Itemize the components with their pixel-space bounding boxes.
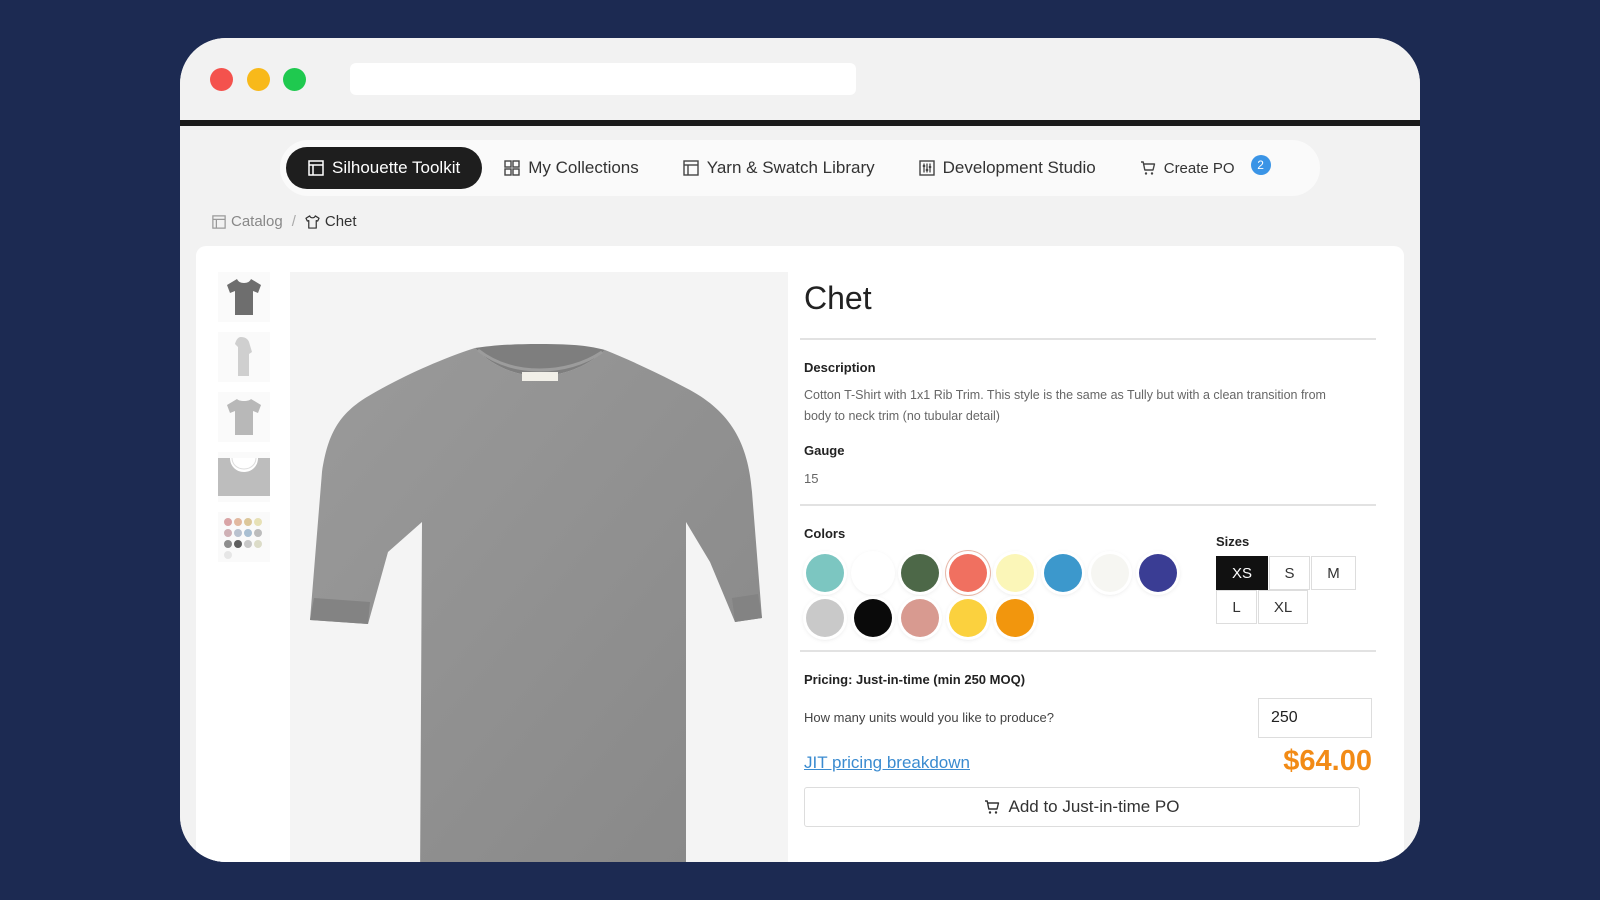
- nav-my-collections[interactable]: My Collections: [482, 147, 661, 189]
- cart-icon: [985, 800, 1000, 814]
- collar-detail-image: [218, 458, 270, 496]
- product-title: Chet: [804, 280, 872, 316]
- thumbnail-list: [218, 272, 274, 572]
- nav-silhouette-toolkit[interactable]: Silhouette Toolkit: [286, 147, 483, 189]
- tshirt-icon: [305, 214, 320, 229]
- nav-label: Development Studio: [942, 158, 1096, 177]
- size-m-button[interactable]: M: [1311, 556, 1356, 590]
- gauge-label: Gauge: [804, 443, 845, 458]
- pricing-section: Pricing: Just-in-time (min 250 MOQ) How …: [798, 652, 1378, 848]
- cart-count-badge: 2: [1250, 155, 1271, 175]
- gauge-value: 15: [804, 471, 819, 486]
- product-card: Chet Description Cotton T-Shirt with 1x1…: [196, 246, 1404, 862]
- add-to-po-button[interactable]: Add to Just-in-time PO: [804, 787, 1360, 827]
- pricing-label: Pricing: Just-in-time (min 250 MOQ): [804, 672, 1026, 687]
- sizes-label: Sizes: [1216, 534, 1250, 549]
- colors-label: Colors: [804, 526, 846, 541]
- breadcrumb: Catalog / Chet: [212, 213, 357, 230]
- add-to-po-label: Add to Just-in-time PO: [1008, 797, 1180, 816]
- cart-icon: [1140, 161, 1155, 175]
- nav-create-po[interactable]: Create PO 2: [1118, 147, 1293, 189]
- nav-yarn-swatch-library[interactable]: Yarn & Swatch Library: [661, 147, 897, 189]
- size-xs-button[interactable]: XS: [1216, 556, 1268, 590]
- nav-development-studio[interactable]: Development Studio: [897, 147, 1118, 189]
- description-text: Cotton T-Shirt with 1x1 Rib Trim. This s…: [804, 388, 1326, 423]
- breadcrumb-current: Chet: [324, 213, 357, 230]
- main-nav: Silhouette Toolkit My Collections Yarn &…: [280, 140, 1320, 196]
- color-swatch[interactable]: [806, 554, 844, 592]
- size-l-button[interactable]: L: [1216, 590, 1257, 624]
- thumbnail-back[interactable]: [218, 392, 270, 442]
- color-swatch[interactable]: [901, 599, 939, 637]
- layout-icon: [308, 160, 324, 176]
- color-swatch[interactable]: [853, 554, 892, 592]
- maximize-window-button[interactable]: [283, 68, 306, 91]
- units-input[interactable]: [1258, 698, 1372, 738]
- catalog-icon: [212, 214, 226, 229]
- size-xl-button[interactable]: XL: [1258, 590, 1308, 624]
- nav-label: Silhouette Toolkit: [332, 158, 461, 177]
- layout-icon: [683, 160, 699, 176]
- nav-label: My Collections: [528, 158, 639, 177]
- close-window-button[interactable]: [210, 68, 233, 91]
- color-swatches: [802, 554, 1182, 654]
- nav-label: Yarn & Swatch Library: [706, 158, 875, 177]
- title-bar: [180, 38, 1420, 120]
- color-swatch[interactable]: [853, 599, 892, 637]
- sliders-icon: [918, 160, 935, 176]
- description-label: Description: [804, 360, 876, 375]
- color-swatch[interactable]: [1043, 554, 1082, 592]
- page-content: Silhouette Toolkit My Collections Yarn &…: [180, 126, 1420, 862]
- thumbnail-side[interactable]: [218, 332, 270, 382]
- color-swatch[interactable]: [948, 599, 987, 637]
- color-swatch[interactable]: [948, 554, 987, 592]
- color-swatch[interactable]: [1138, 554, 1177, 592]
- thumbnail-color-chart[interactable]: [218, 512, 270, 562]
- grid-icon: [504, 160, 520, 176]
- color-swatch[interactable]: [996, 554, 1034, 592]
- color-swatch[interactable]: [901, 554, 939, 592]
- tshirt-side-image: [235, 337, 252, 376]
- minimize-window-button[interactable]: [247, 68, 270, 91]
- main-product-image: [290, 272, 788, 862]
- tshirt-back-image: [227, 399, 261, 435]
- price: $64.00: [1283, 745, 1372, 777]
- tshirt-thumbnail-image: [227, 279, 261, 315]
- nav-label: Create PO: [1163, 159, 1235, 177]
- size-s-button[interactable]: S: [1269, 556, 1310, 590]
- color-swatch[interactable]: [1091, 554, 1129, 592]
- breadcrumb-separator: /: [291, 213, 296, 230]
- breadcrumb-catalog-link[interactable]: Catalog: [231, 213, 283, 230]
- units-question: How many units would you like to produce…: [804, 710, 1055, 725]
- browser-window: Silhouette Toolkit My Collections Yarn &…: [180, 38, 1420, 862]
- jit-pricing-breakdown-link[interactable]: JIT pricing breakdown: [804, 753, 970, 773]
- options-section: Colors Sizes XS S M L XL: [798, 506, 1378, 650]
- color-swatch[interactable]: [806, 599, 844, 637]
- thumbnail-front[interactable]: [218, 272, 270, 322]
- color-swatch[interactable]: [996, 599, 1034, 637]
- tshirt-image: [310, 344, 762, 862]
- thumbnail-collar[interactable]: [218, 452, 270, 502]
- color-chart-image: [224, 518, 262, 559]
- address-bar[interactable]: [350, 63, 856, 95]
- product-details: Chet Description Cotton T-Shirt with 1x1…: [798, 272, 1378, 848]
- sizes-section: Sizes XS S M L XL: [1216, 534, 1356, 624]
